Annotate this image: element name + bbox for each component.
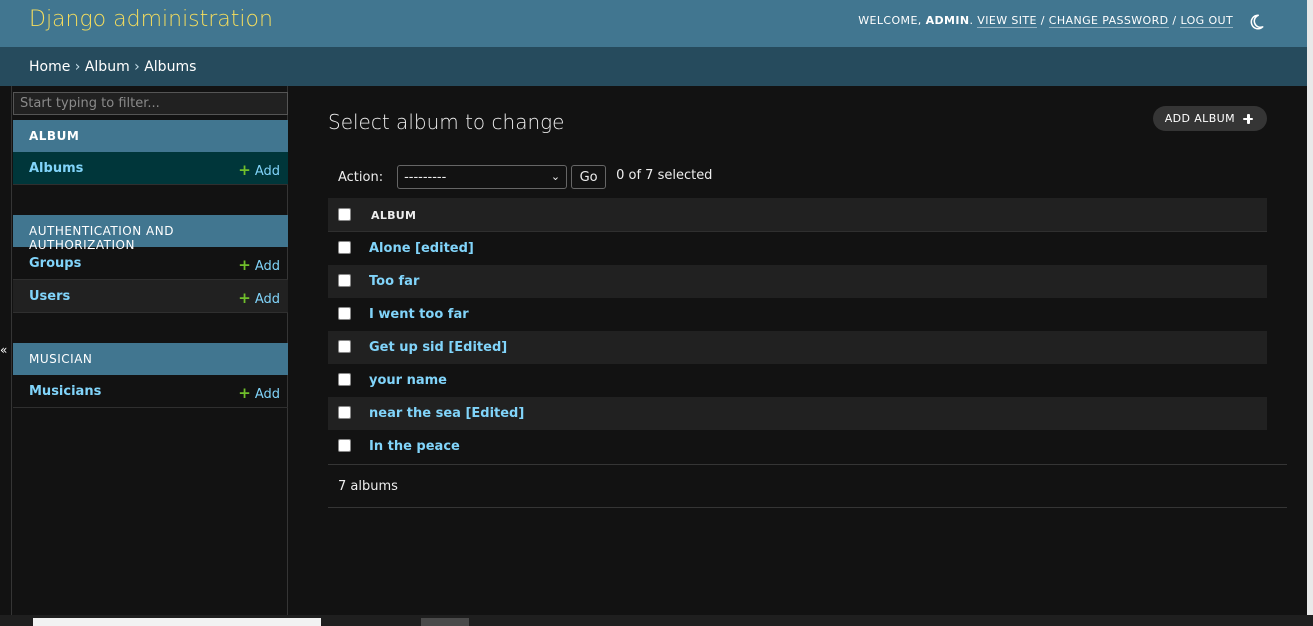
sidebar-collapse-toggle[interactable]: « [0,343,8,357]
plus-icon [1243,113,1253,124]
separator: / [1168,14,1181,27]
view-site-link[interactable]: VIEW SITE [977,14,1037,28]
nav-sidebar: ALBUM Albums +Add AUTHENTICATION AND AUT… [11,86,288,615]
row-checkbox[interactable] [338,373,351,386]
taskbar [0,615,1313,626]
go-button[interactable]: Go [571,165,607,189]
sidebar-item-users[interactable]: Users + Add [13,280,288,313]
table-row: Get up sid [Edited] [328,331,1267,364]
add-groups-link[interactable]: + Add [238,256,280,274]
column-header-album[interactable]: ALBUM [371,209,416,222]
row-checkbox[interactable] [338,274,351,287]
breadcrumb-separator: › [70,59,85,75]
plus-icon: + [238,289,251,307]
module-caption-auth[interactable]: AUTHENTICATION AND AUTHORIZATION [13,215,288,252]
table-row: I went too far [328,298,1267,331]
main-content: Select album to change ADD ALBUM Action:… [328,86,1288,615]
site-name[interactable]: Django administration [29,7,273,32]
action-select-value: --------- [404,169,447,185]
add-musicians-link[interactable]: + Add [238,384,280,402]
breadcrumb-current: Albums [144,59,197,75]
actions-bar: Action: --------- ⌄ Go 0 of 7 selected [338,164,712,190]
plus-icon: + [238,256,251,274]
log-out-link[interactable]: LOG OUT [1180,14,1234,28]
table-row: In the peace [328,430,1267,463]
result-table: ALBUM Alone [edited] Too far I went too … [328,198,1267,463]
sidebar-filter-input[interactable] [13,92,288,115]
plus-icon: + [238,161,251,179]
album-link[interactable]: Alone [edited] [369,241,474,256]
row-checkbox[interactable] [338,439,351,452]
separator: / [1036,14,1049,27]
sidebar-item-label[interactable]: Users [29,289,70,304]
album-link[interactable]: Too far [369,274,419,289]
sidebar-item-albums[interactable]: Albums + Add [13,152,288,185]
user-tools: WELCOME, ADMIN. VIEW SITE / CHANGE PASSW… [858,14,1234,28]
window-edge [1307,0,1313,615]
add-users-link[interactable]: + Add [238,289,280,307]
module-musician: MUSICIAN Musicians + Add [13,343,288,408]
sidebar-item-label[interactable]: Groups [29,256,81,271]
table-row: Alone [edited] [328,232,1267,265]
row-checkbox[interactable] [338,340,351,353]
table-row: near the sea [Edited] [328,397,1267,430]
album-link[interactable]: near the sea [Edited] [369,406,524,421]
moon-icon[interactable] [1247,13,1265,31]
taskbar-item[interactable] [421,618,469,626]
table-row: Too far [328,265,1267,298]
breadcrumb-home[interactable]: Home [29,59,70,75]
paginator: 7 albums [328,464,1287,508]
chevron-down-icon: ⌄ [550,170,561,183]
sidebar-item-label[interactable]: Musicians [29,384,101,399]
admin-app: Django administration WELCOME, ADMIN. VI… [0,0,1307,615]
breadcrumb-separator: › [129,59,145,75]
username: ADMIN [925,14,970,27]
change-password-link[interactable]: CHANGE PASSWORD [1048,14,1169,28]
selected-count: 0 of 7 selected [616,167,713,183]
breadcrumb: Home › Album › Albums [0,47,1307,86]
add-album-button[interactable]: ADD ALBUM [1152,106,1267,131]
album-link[interactable]: I went too far [369,307,469,322]
select-all-checkbox[interactable] [338,208,351,221]
module-auth: AUTHENTICATION AND AUTHORIZATION Groups … [13,215,288,313]
breadcrumb-app[interactable]: Album [85,59,130,75]
module-caption-album[interactable]: ALBUM [13,120,288,152]
add-albums-link[interactable]: + Add [238,161,280,179]
table-row: your name [328,364,1267,397]
action-select[interactable]: --------- ⌄ [397,165,568,189]
sidebar-item-label[interactable]: Albums [29,161,83,176]
plus-icon: + [238,384,251,402]
action-label: Action: [338,169,384,185]
row-checkbox[interactable] [338,406,351,419]
row-checkbox[interactable] [338,307,351,320]
row-checkbox[interactable] [338,241,351,254]
welcome-text: WELCOME, [858,14,926,27]
taskbar-item[interactable] [33,618,321,626]
module-album: ALBUM Albums + Add [13,120,288,185]
album-link[interactable]: your name [369,373,447,388]
sidebar-item-musicians[interactable]: Musicians + Add [13,375,288,408]
module-caption-musician[interactable]: MUSICIAN [13,343,288,375]
album-link[interactable]: Get up sid [Edited] [369,340,507,355]
album-link[interactable]: In the peace [369,439,460,454]
header: Django administration WELCOME, ADMIN. VI… [0,0,1307,47]
sidebar-item-groups[interactable]: Groups + Add [13,247,288,280]
add-album-label: ADD ALBUM [1164,112,1235,125]
table-header: ALBUM [328,198,1267,232]
page-title: Select album to change [328,110,565,134]
